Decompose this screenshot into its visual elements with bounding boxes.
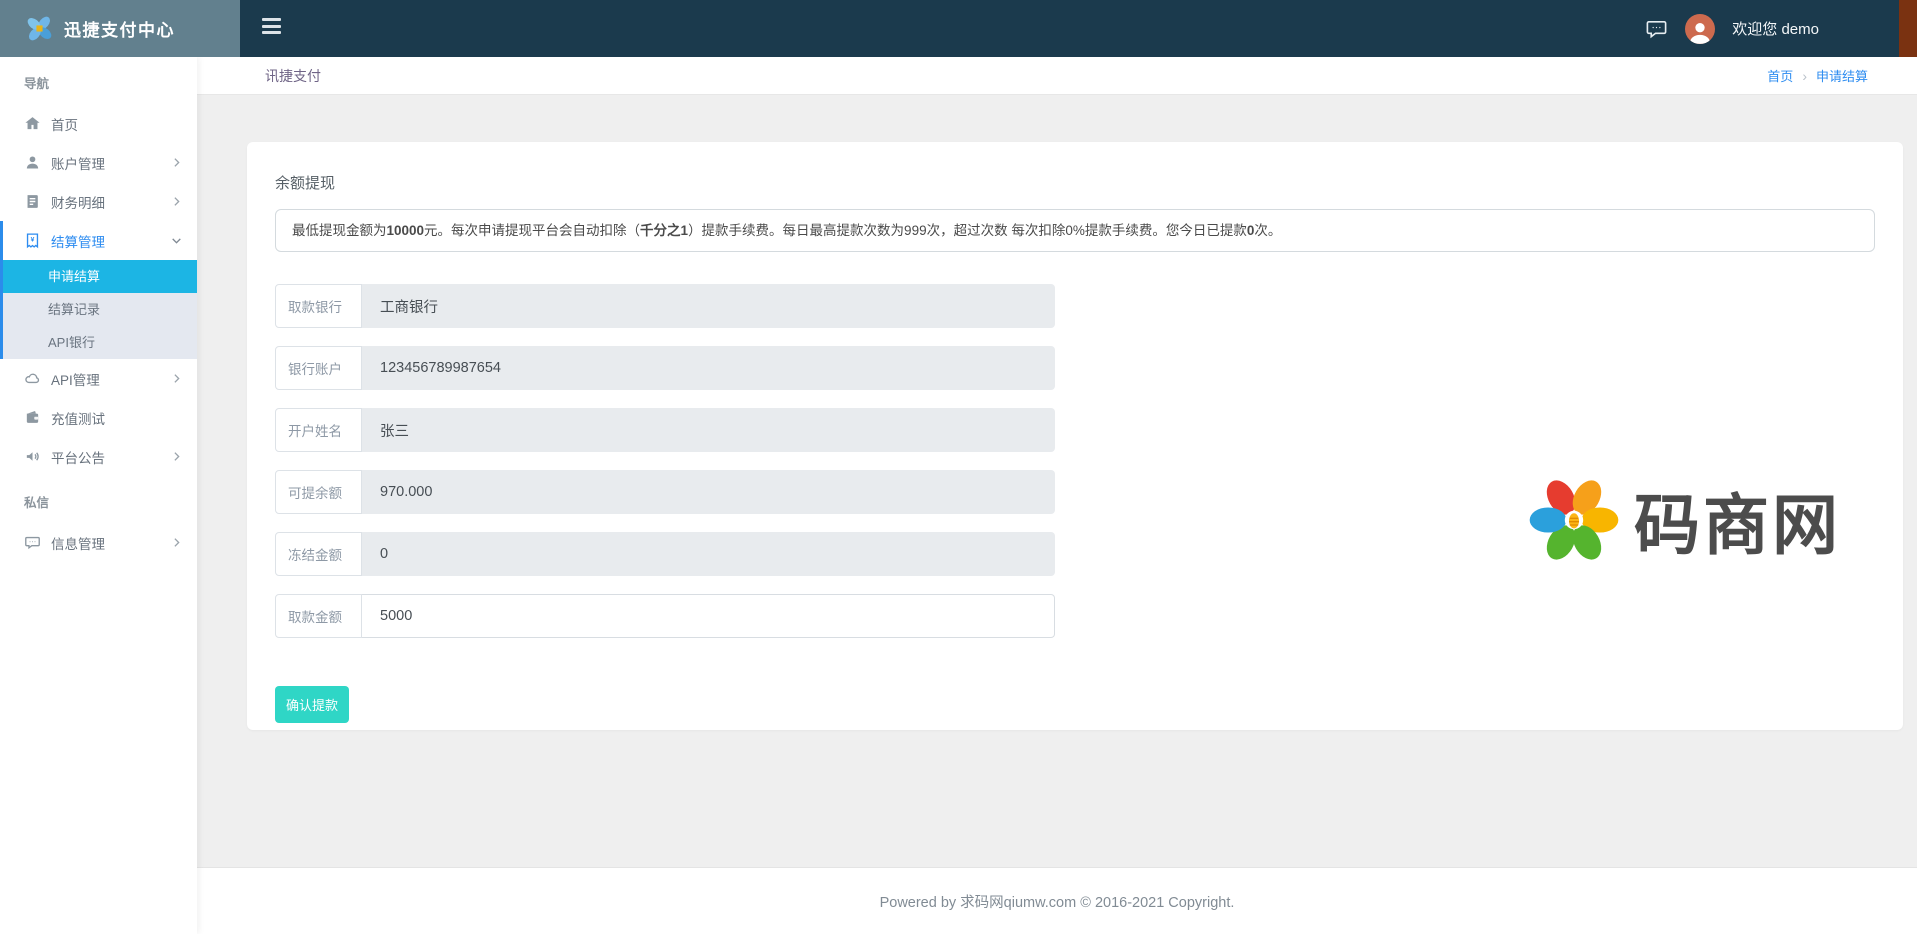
- svg-text:¥: ¥: [31, 237, 35, 244]
- card-title: 余额提现: [275, 172, 1875, 193]
- chevron-right-icon: [170, 536, 183, 549]
- scrollbar-thumb[interactable]: [1899, 0, 1917, 57]
- ledger-icon: [24, 193, 41, 210]
- tab-bar: 讯捷支付 首页 › 申请结算: [197, 57, 1917, 95]
- sidebar-item-api-management[interactable]: API管理: [0, 359, 197, 398]
- submenu-item-settlement-records[interactable]: 结算记录: [3, 293, 197, 326]
- wallet-icon: [24, 409, 41, 426]
- field-label-frozen-amount: 冻结金额: [275, 532, 362, 576]
- chevron-right-icon: [170, 372, 183, 385]
- speaker-icon: [24, 448, 41, 465]
- chevron-down-icon: [170, 234, 183, 247]
- form-row-withdraw-amount: 取款金额: [275, 594, 1055, 638]
- sidebar-item-platform-announcements[interactable]: 平台公告: [0, 437, 197, 476]
- sidebar-item-settlement[interactable]: ¥ 结算管理: [3, 221, 197, 260]
- sidebar-item-recharge-test[interactable]: 充值测试: [0, 398, 197, 437]
- sidebar-item-label: 充值测试: [51, 408, 105, 428]
- home-icon: [24, 115, 41, 132]
- settlement-submenu: 申请结算 结算记录 API银行: [3, 260, 197, 359]
- alert-text: 次。: [1254, 223, 1281, 238]
- messages-icon[interactable]: [1645, 17, 1668, 40]
- welcome-user-text[interactable]: 欢迎您 demo: [1732, 18, 1819, 39]
- sidebar-group-settlement: ¥ 结算管理 申请结算 结算记录 API银行: [0, 221, 197, 359]
- flower-logo-icon: [1528, 474, 1620, 566]
- account-holder-field: [362, 408, 1055, 452]
- sidebar-item-label: 账户管理: [51, 153, 105, 173]
- main-area: 讯捷支付 首页 › 申请结算 余额提现 最低提现金额为10000元。每次申请提现…: [197, 57, 1917, 934]
- sidebar-item-label: API管理: [51, 369, 100, 389]
- field-label-available-balance: 可提余额: [275, 470, 362, 514]
- top-navbar: 迅捷支付中心 欢迎您 demo: [0, 0, 1917, 57]
- breadcrumb-current-link[interactable]: 申请结算: [1816, 66, 1868, 85]
- watermark: 码商网: [1528, 472, 1841, 568]
- user-avatar[interactable]: [1685, 14, 1715, 44]
- submenu-item-api-bank[interactable]: API银行: [3, 326, 197, 359]
- bank-name-field: [362, 284, 1055, 328]
- chevron-right-icon: [170, 450, 183, 463]
- field-label-bank: 取款银行: [275, 284, 362, 328]
- chat-bubble-icon: [24, 534, 41, 551]
- footer: Powered by 求码网qiumw.com © 2016-2021 Copy…: [197, 867, 1917, 934]
- field-label-withdraw-amount: 取款金额: [275, 594, 362, 638]
- sidebar-section-nav: 导航: [0, 57, 197, 104]
- sidebar-item-label: 信息管理: [51, 533, 105, 553]
- chevron-right-icon: [170, 195, 183, 208]
- form-row-available-balance: 可提余额: [275, 470, 1055, 514]
- copyright-text: Powered by 求码网qiumw.com © 2016-2021 Copy…: [880, 891, 1235, 912]
- field-label-holder-name: 开户姓名: [275, 408, 362, 452]
- chevron-right-icon: [170, 156, 183, 169]
- alert-text: ）提款手续费。每日最高提款次数为999次，超过次数 每次扣除0%提款手续费。您今…: [688, 223, 1247, 238]
- person-icon: [1687, 20, 1713, 44]
- sidebar-item-label: 财务明细: [51, 192, 105, 212]
- breadcrumb-home-link[interactable]: 首页: [1767, 66, 1793, 85]
- alert-text: 元。每次申请提现平台会自动扣除（: [424, 223, 640, 238]
- brand-logo-box: 迅捷支付中心: [0, 0, 240, 57]
- user-icon: [24, 154, 41, 171]
- cloud-icon: [24, 370, 41, 387]
- sidebar: 导航 首页 账户管理 财务明细 ¥ 结算管理: [0, 57, 197, 934]
- field-label-account: 银行账户: [275, 346, 362, 390]
- submenu-item-apply-settlement[interactable]: 申请结算: [3, 260, 197, 293]
- alert-text-bold: 10000: [387, 223, 425, 238]
- sidebar-item-label: 平台公告: [51, 447, 105, 467]
- sidebar-item-label: 结算管理: [51, 231, 105, 251]
- pinwheel-logo-icon: [26, 15, 53, 42]
- form-row-frozen-amount: 冻结金额: [275, 532, 1055, 576]
- alert-text-bold: 千分之1: [640, 223, 688, 238]
- sidebar-item-home[interactable]: 首页: [0, 104, 197, 143]
- sidebar-section-messages: 私信: [0, 476, 197, 523]
- confirm-withdraw-button[interactable]: 确认提款: [275, 686, 349, 723]
- bank-account-field: [362, 346, 1055, 390]
- settlement-ticket-icon: ¥: [24, 232, 41, 249]
- hamburger-menu-icon[interactable]: [262, 18, 281, 34]
- breadcrumb: 首页 › 申请结算: [1767, 66, 1868, 85]
- sidebar-item-message-management[interactable]: 信息管理: [0, 523, 197, 562]
- breadcrumb-separator: ›: [1802, 68, 1807, 84]
- tab-xunjie-pay[interactable]: 讯捷支付: [265, 66, 321, 86]
- available-balance-field: [362, 470, 1055, 514]
- form-row-bank: 取款银行: [275, 284, 1055, 328]
- withdrawal-card: 余额提现 最低提现金额为10000元。每次申请提现平台会自动扣除（千分之1）提款…: [247, 142, 1903, 730]
- sidebar-item-label: 首页: [51, 114, 78, 134]
- withdraw-amount-input[interactable]: [362, 594, 1055, 638]
- content-area: 余额提现 最低提现金额为10000元。每次申请提现平台会自动扣除（千分之1）提款…: [197, 95, 1917, 867]
- form-row-account: 银行账户: [275, 346, 1055, 390]
- sidebar-item-finance[interactable]: 财务明细: [0, 182, 197, 221]
- alert-text: 最低提现金额为: [292, 223, 387, 238]
- watermark-text: 码商网: [1634, 472, 1841, 568]
- form-row-holder-name: 开户姓名: [275, 408, 1055, 452]
- sidebar-item-accounts[interactable]: 账户管理: [0, 143, 197, 182]
- frozen-amount-field: [362, 532, 1055, 576]
- withdrawal-rules-alert: 最低提现金额为10000元。每次申请提现平台会自动扣除（千分之1）提款手续费。每…: [275, 209, 1875, 252]
- brand-title: 迅捷支付中心: [64, 16, 175, 41]
